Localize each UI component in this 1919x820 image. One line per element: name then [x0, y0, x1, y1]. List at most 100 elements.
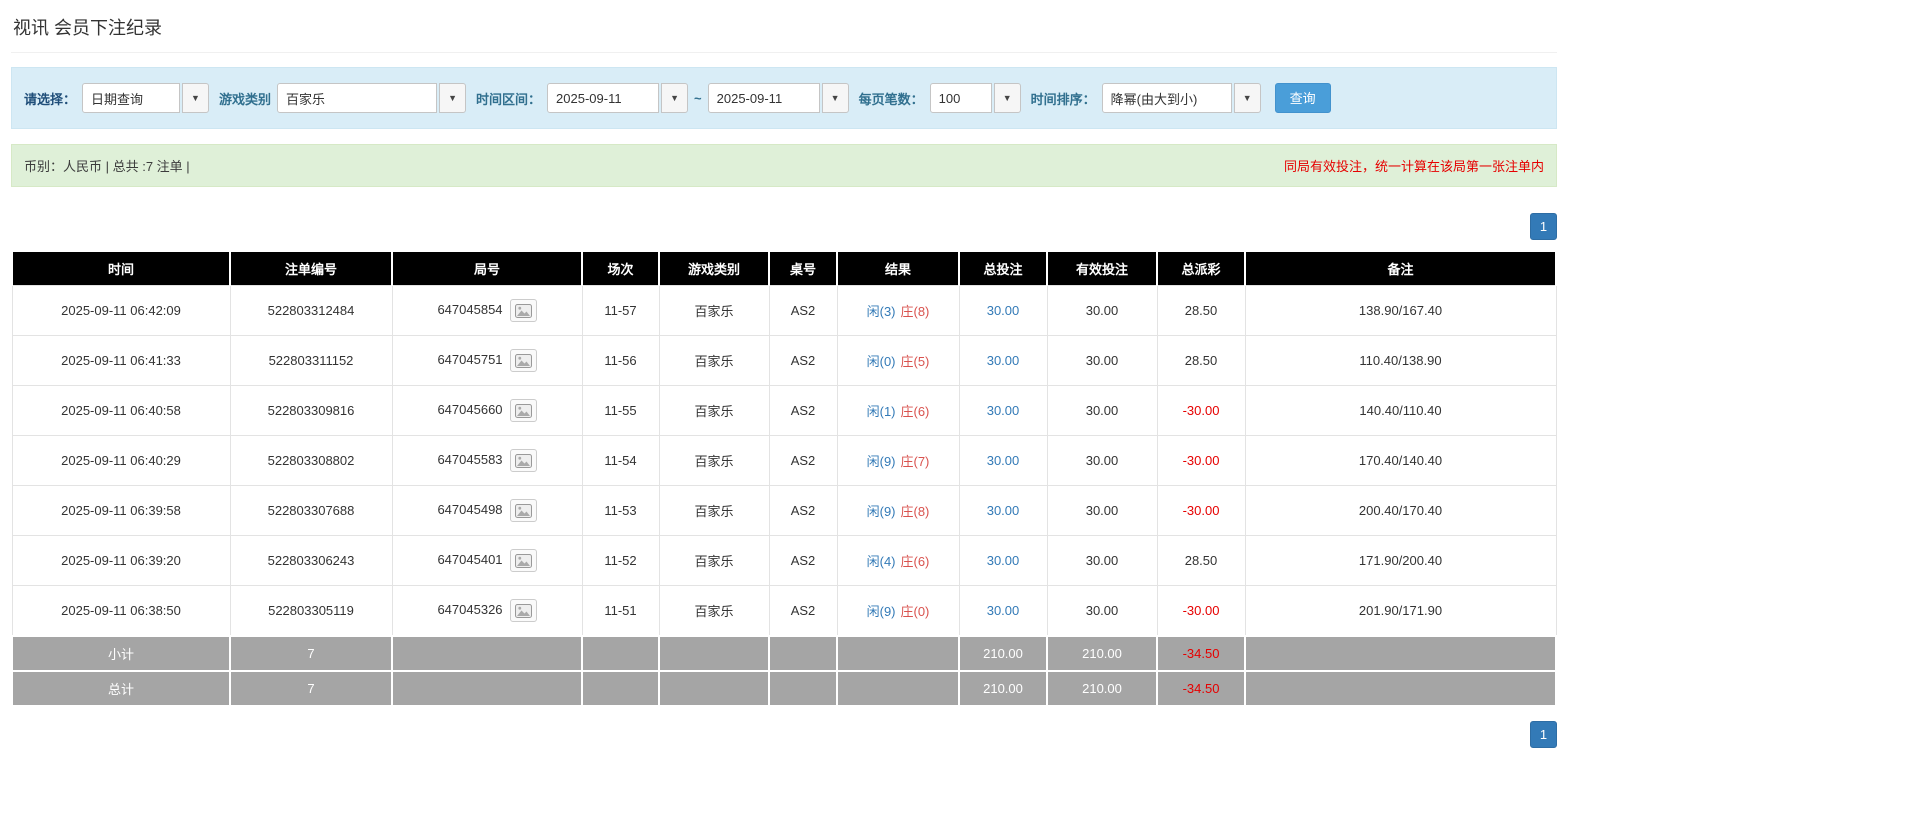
video-replay-button[interactable] [509, 299, 537, 322]
search-button[interactable]: 查询 [1274, 83, 1331, 113]
result-banker: 庄(0) [900, 604, 930, 619]
cell-note: 110.40/138.90 [1244, 335, 1557, 386]
cell-game: 百家乐 [658, 435, 770, 486]
page-container: 视讯 会员下注纪录 请选择： ▼ 游戏类别 ▼ 时间区间： ▼ ~ ▼ 每页笔数… [11, 0, 1557, 748]
table-row: 2025-09-11 06:42:09 522803312484 6470458… [11, 285, 1557, 336]
cell-bet-id: 522803308802 [229, 435, 393, 486]
result-player: 闲(9) [866, 504, 896, 519]
cell-table: AS2 [768, 285, 838, 336]
result-banker: 庄(8) [900, 304, 930, 319]
col-header-payout: 总派彩 [1156, 250, 1246, 286]
cell-time: 2025-09-11 06:38:50 [11, 585, 231, 637]
date-to-input[interactable] [707, 83, 820, 113]
bets-table: 时间 注单编号 局号 场次 游戏类别 桌号 结果 总投注 有效投注 总派彩 备注… [11, 250, 1557, 707]
round-number: 647045854 [437, 301, 503, 317]
subtotal-valid-bet: 210.00 [1046, 635, 1158, 672]
cell-table: AS2 [768, 435, 838, 486]
table-row: 2025-09-11 06:40:58 522803309816 6470456… [11, 385, 1557, 436]
date-to-dropdown-button[interactable]: ▼ [821, 83, 849, 113]
cell-payout: 28.50 [1156, 535, 1246, 586]
cell-round: 647045401 [391, 535, 583, 586]
table-row: 2025-09-11 06:38:50 522803305119 6470453… [11, 585, 1557, 637]
cell-round: 647045854 [391, 285, 583, 336]
cell-table: AS2 [768, 535, 838, 586]
date-to-combo: ▼ [707, 83, 849, 113]
total-bet-link[interactable]: 30.00 [987, 353, 1020, 368]
result-player: 闲(4) [866, 554, 896, 569]
total-label: 总计 [11, 670, 231, 707]
cell-time: 2025-09-11 06:42:09 [11, 285, 231, 336]
page-size-combo: ▼ [929, 83, 1021, 113]
sort-combo: ▼ [1101, 83, 1261, 113]
total-empty [581, 670, 660, 707]
total-bet-link[interactable]: 30.00 [987, 303, 1020, 318]
video-replay-button[interactable] [509, 599, 537, 622]
total-bet-link[interactable]: 30.00 [987, 603, 1020, 618]
cell-total-bet: 30.00 [958, 535, 1048, 586]
subtotal-empty [836, 635, 960, 672]
cell-payout: 28.50 [1156, 285, 1246, 336]
sort-dropdown-button[interactable]: ▼ [1233, 83, 1261, 113]
date-from-combo: ▼ [547, 83, 689, 113]
select-label: 请选择： [24, 91, 77, 107]
picture-icon [514, 353, 532, 368]
date-from-input[interactable] [547, 83, 660, 113]
result-player: 闲(9) [866, 604, 896, 619]
total-bet-link[interactable]: 30.00 [987, 503, 1020, 518]
cell-note: 200.40/170.40 [1244, 485, 1557, 536]
result-player: 闲(9) [866, 454, 896, 469]
cell-result: 闲(1) 庄(6) [836, 385, 960, 436]
page-1-button[interactable]: 1 [1530, 213, 1557, 240]
col-header-total-bet: 总投注 [958, 250, 1048, 286]
col-header-valid-bet: 有效投注 [1046, 250, 1158, 286]
subtotal-count: 7 [229, 635, 393, 672]
video-replay-button[interactable] [509, 399, 537, 422]
video-replay-button[interactable] [509, 499, 537, 522]
cell-round: 647045660 [391, 385, 583, 436]
cell-table: AS2 [768, 585, 838, 637]
picture-icon [514, 503, 532, 518]
cell-bet-id: 522803309816 [229, 385, 393, 436]
cell-result: 闲(9) 庄(8) [836, 485, 960, 536]
total-bet-link[interactable]: 30.00 [987, 403, 1020, 418]
cell-payout: -30.00 [1156, 485, 1246, 536]
cell-game: 百家乐 [658, 335, 770, 386]
cell-result: 闲(4) 庄(6) [836, 535, 960, 586]
sort-input[interactable] [1101, 83, 1232, 113]
page-1-button[interactable]: 1 [1530, 721, 1557, 748]
query-type-input[interactable] [82, 83, 181, 113]
page-size-dropdown-button[interactable]: ▼ [993, 83, 1021, 113]
picture-icon [514, 303, 532, 318]
page-size-input[interactable] [929, 83, 992, 113]
cell-result: 闲(9) 庄(0) [836, 585, 960, 637]
query-type-dropdown-button[interactable]: ▼ [182, 83, 210, 113]
subtotal-payout: -34.50 [1156, 635, 1246, 672]
total-bet-link[interactable]: 30.00 [987, 453, 1020, 468]
cell-bet-id: 522803306243 [229, 535, 393, 586]
game-type-dropdown-button[interactable]: ▼ [439, 83, 467, 113]
video-replay-button[interactable] [509, 549, 537, 572]
game-type-combo: ▼ [277, 83, 467, 113]
cell-result: 闲(3) 庄(8) [836, 285, 960, 336]
cell-total-bet: 30.00 [958, 385, 1048, 436]
currency-total-info: 币别：人民币 | 总共 :7 注单 | [24, 159, 190, 174]
cell-session: 11-52 [581, 535, 660, 586]
chevron-down-icon: ▼ [1242, 92, 1252, 103]
cell-note: 170.40/140.40 [1244, 435, 1557, 486]
cell-valid-bet: 30.00 [1046, 435, 1158, 486]
total-bet-link[interactable]: 30.00 [987, 553, 1020, 568]
col-header-table: 桌号 [768, 250, 838, 286]
game-type-input[interactable] [277, 83, 438, 113]
col-header-time: 时间 [11, 250, 231, 286]
video-replay-button[interactable] [509, 349, 537, 372]
video-replay-button[interactable] [509, 449, 537, 472]
cell-payout: 28.50 [1156, 335, 1246, 386]
pager-bottom: 1 [11, 721, 1557, 748]
table-row: 2025-09-11 06:40:29 522803308802 6470455… [11, 435, 1557, 486]
range-separator: ~ [694, 90, 702, 106]
date-from-dropdown-button[interactable]: ▼ [661, 83, 689, 113]
picture-icon [514, 553, 532, 568]
col-header-game: 游戏类别 [658, 250, 770, 286]
cell-time: 2025-09-11 06:39:58 [11, 485, 231, 536]
total-empty [768, 670, 838, 707]
